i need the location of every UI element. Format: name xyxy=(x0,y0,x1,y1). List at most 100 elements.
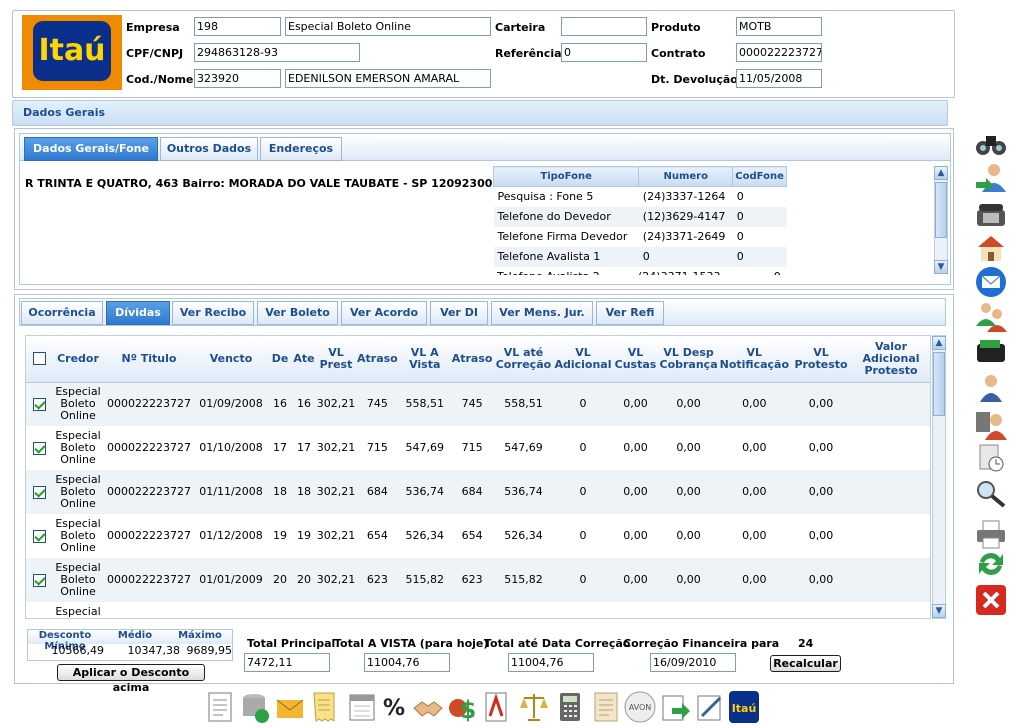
tab-ver-mens-jur[interactable]: Ver Mens. Jur. xyxy=(491,301,593,325)
search-icon[interactable] xyxy=(974,478,1008,510)
table-row[interactable]: Especial Boleto Online 000022223727 01/12/… xyxy=(26,514,930,558)
receipt-icon[interactable] xyxy=(308,690,340,724)
tab-dividas[interactable]: Dívidas xyxy=(106,301,170,325)
col-ate[interactable]: Ate xyxy=(292,336,316,383)
row-select-cell[interactable] xyxy=(26,514,52,558)
col-vl-a-vista[interactable]: VL A Vista xyxy=(398,336,451,383)
close-icon[interactable] xyxy=(974,584,1008,616)
phones-header-numero[interactable]: Numero xyxy=(638,166,734,187)
select-all-checkbox[interactable] xyxy=(32,352,46,366)
select-all-header[interactable] xyxy=(26,336,52,383)
contrato-field[interactable]: 000022223727 xyxy=(736,43,822,62)
col-de[interactable]: De xyxy=(268,336,292,383)
table-row[interactable]: Especial Boleto Online 000022223727 01/10/… xyxy=(26,426,930,470)
phone-row[interactable]: Telefone Avalista 2(24)3371-15330 xyxy=(493,267,787,275)
phone-icon[interactable] xyxy=(974,198,1008,230)
calendar-icon[interactable] xyxy=(346,690,378,724)
table-row[interactable]: Especial Boleto Online 000022223727 01/01/… xyxy=(26,558,930,602)
scroll-up-icon[interactable]: ▲ xyxy=(932,336,946,350)
empresa-name-field[interactable]: Especial Boleto Online xyxy=(285,17,491,36)
apply-discount-button[interactable]: Aplicar o Desconto acima xyxy=(57,664,205,694)
scroll-up-icon[interactable]: ▲ xyxy=(934,166,948,180)
phone-row[interactable]: Telefone Avalista 100 xyxy=(493,246,787,267)
row-select-cell[interactable] xyxy=(26,426,52,470)
row-checkbox[interactable] xyxy=(32,617,46,618)
table-row[interactable]: Especial Boleto Online00002222372701/02/… xyxy=(26,602,930,618)
notes-icon[interactable] xyxy=(590,690,622,724)
percent-icon[interactable]: % xyxy=(378,690,410,724)
tab-enderecos[interactable]: Endereços xyxy=(260,137,342,161)
row-checkbox[interactable] xyxy=(32,529,46,543)
scroll-thumb[interactable] xyxy=(933,352,945,416)
col-vencto[interactable]: Vencto xyxy=(194,336,268,383)
scroll-down-icon[interactable]: ▼ xyxy=(934,260,948,274)
row-checkbox[interactable] xyxy=(32,441,46,455)
col-vl-custas[interactable]: VL Custas xyxy=(612,336,659,383)
users-group-icon[interactable] xyxy=(974,300,1008,332)
scroll-thumb[interactable] xyxy=(935,182,947,238)
devolucao-field[interactable]: 11/05/2008 xyxy=(736,69,822,88)
tab-ver-refi[interactable]: Ver Refi xyxy=(596,301,664,325)
col-valor-adicional-protesto[interactable]: Valor Adicional Protesto xyxy=(852,336,930,383)
phones-header-tipo[interactable]: TipoFone xyxy=(492,166,640,187)
calculator-icon[interactable] xyxy=(554,690,586,724)
carteira-field[interactable] xyxy=(561,17,647,36)
table-row[interactable]: Especial Boleto Online 000022223727 01/11/… xyxy=(26,470,930,514)
row-checkbox[interactable] xyxy=(32,397,46,411)
col-vl-protesto[interactable]: VL Protesto xyxy=(790,336,853,383)
col-atraso-2[interactable]: Atraso xyxy=(450,336,494,383)
referencia-field[interactable]: 0 xyxy=(561,43,647,62)
col-titulo[interactable]: Nº Titulo xyxy=(104,336,194,383)
edit-document-icon[interactable] xyxy=(694,690,726,724)
col-vl-notificacao[interactable]: VL Notificação xyxy=(718,336,791,383)
tab-ver-boleto[interactable]: Ver Boleto xyxy=(257,301,338,325)
col-vl-prest[interactable]: VL Prest xyxy=(316,336,356,383)
row-select-cell[interactable] xyxy=(26,382,52,426)
col-atraso[interactable]: Atraso xyxy=(356,336,399,383)
tab-ver-di[interactable]: Ver DI xyxy=(430,301,488,325)
row-select-cell[interactable] xyxy=(26,558,52,602)
tab-ver-recibo[interactable]: Ver Recibo xyxy=(172,301,254,325)
empresa-code-field[interactable]: 198 xyxy=(194,17,281,36)
produto-field[interactable]: MOTB xyxy=(736,17,822,36)
col-vl-ate-correcao[interactable]: VL até Correção xyxy=(493,336,554,383)
scales-icon[interactable] xyxy=(518,690,550,724)
total-vista-field[interactable]: 11004,76 xyxy=(364,653,450,672)
col-vl-adicional[interactable]: VL Adicional xyxy=(553,336,613,383)
money-icon[interactable]: $ xyxy=(446,690,478,724)
cod-field[interactable]: 323920 xyxy=(194,69,281,88)
tab-dados-gerais-fone[interactable]: Dados Gerais/Fone xyxy=(24,137,158,161)
row-select-cell[interactable] xyxy=(26,602,52,618)
row-select-cell[interactable] xyxy=(26,470,52,514)
section-bar-dados-gerais[interactable]: Dados Gerais xyxy=(12,100,948,126)
recalcular-button[interactable]: Recalcular xyxy=(770,655,841,672)
envelope-icon[interactable] xyxy=(274,690,306,724)
tab-outros-dados[interactable]: Outros Dados xyxy=(160,137,258,161)
tab-ver-acordo[interactable]: Ver Acordo xyxy=(341,301,427,325)
correcao-date-field[interactable]: 16/09/2010 xyxy=(650,653,736,672)
row-checkbox[interactable] xyxy=(32,485,46,499)
email-icon[interactable] xyxy=(974,266,1008,298)
col-vl-desp-cobranca[interactable]: VL Desp Cobrança xyxy=(658,336,719,383)
itau-small-logo-icon[interactable]: Itaú xyxy=(728,690,760,724)
cpf-field[interactable]: 294863128-93 xyxy=(194,43,360,62)
phone-row[interactable]: Telefone do Devedor (12)3629-4147 0 xyxy=(493,206,787,227)
binoculars-icon[interactable] xyxy=(974,128,1008,160)
nome-field[interactable]: EDENILSON EMERSON AMARAL xyxy=(285,69,491,88)
export-arrow-icon[interactable] xyxy=(660,690,692,724)
pdf-document-icon[interactable] xyxy=(480,690,512,724)
total-principal-field[interactable]: 7472,11 xyxy=(244,653,330,672)
table-row[interactable]: Especial Boleto Online 000022223727 01/09/… xyxy=(26,382,930,426)
document-list-icon[interactable] xyxy=(204,690,236,724)
user-transfer-icon[interactable] xyxy=(974,162,1008,194)
avon-logo-icon[interactable]: AVON xyxy=(624,690,656,724)
col-credor[interactable]: Credor xyxy=(52,336,104,383)
total-correcao-field[interactable]: 11004,76 xyxy=(508,653,594,672)
printer-icon[interactable] xyxy=(974,518,1008,550)
phone-row[interactable]: Pesquisa : Fone 5 (24)3337-1264 0 xyxy=(494,187,787,207)
phones-header-codfone[interactable]: CodFone xyxy=(732,166,787,187)
home-icon[interactable] xyxy=(974,232,1008,264)
tab-ocorrencia[interactable]: Ocorrência xyxy=(21,301,103,325)
wallet-icon[interactable] xyxy=(974,336,1008,368)
document-clock-icon[interactable] xyxy=(974,442,1008,474)
